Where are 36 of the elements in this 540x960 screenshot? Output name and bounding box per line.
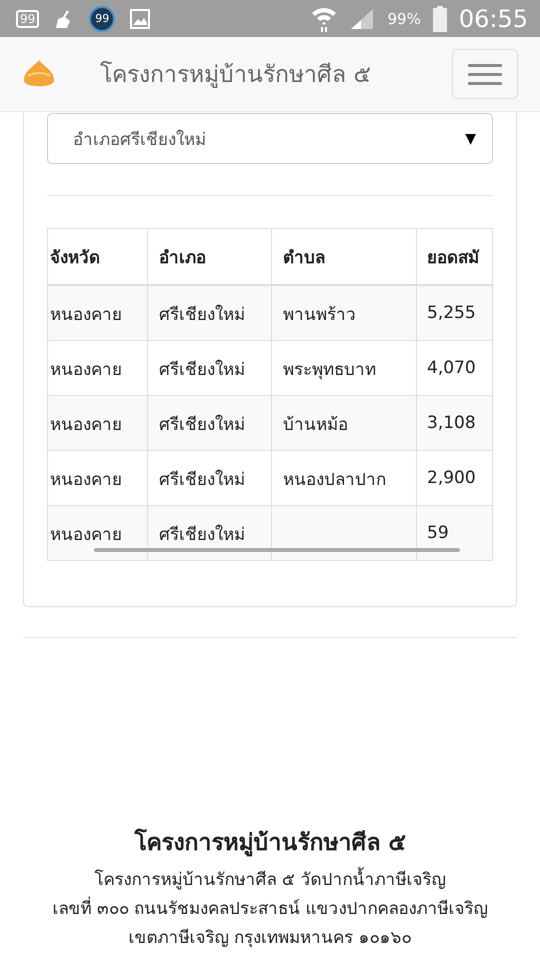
address-line: เขตภาษีเจริญ กรุงเทพมหานคร ๑๐๑๖๐ xyxy=(128,927,412,950)
table-cell: ศรีเชียงใหม่ xyxy=(148,340,272,395)
district-select[interactable]: อำเภอศรีเชียงใหม่ ▼ xyxy=(47,113,493,164)
table-cell: ศรีเชียงใหม่ xyxy=(148,395,272,450)
table-cell: หนองคาย xyxy=(48,395,148,450)
scrollbar[interactable] xyxy=(94,548,460,552)
column-header: จังหวัด xyxy=(48,229,148,285)
column-header: ตำบล xyxy=(272,229,417,285)
table-cell: พระพุทธบาท xyxy=(272,340,417,395)
image-icon xyxy=(129,8,152,30)
clock: 06:55 xyxy=(458,4,528,32)
battery-percent: 99% xyxy=(387,10,421,28)
column-header: อำเภอ xyxy=(148,229,272,285)
table-cell: 4,070 xyxy=(417,340,492,395)
column-header: ยอดสมั xyxy=(417,229,492,285)
address-line: เลขที่ ๓๐๐ ถนนรัชมงคลประสาธน์ แขวงปากคลองภาษีเจริญ xyxy=(0,895,540,924)
table-cell: หนองคาย xyxy=(48,450,148,505)
menu-button[interactable] xyxy=(452,49,518,99)
table-cell: 2,900 xyxy=(417,450,492,505)
table-cell: หนองคาย xyxy=(48,285,148,340)
table-cell: 5,255 xyxy=(417,285,492,340)
signal-icon xyxy=(349,6,376,30)
notification-badge: 99 xyxy=(89,6,116,32)
address-line: โครงการหมู่บ้านรักษาศีล ๕ วัดปากน้ำภาษีเจริญ xyxy=(0,866,540,895)
footer-title: โครงการหมู่บ้านรักษาศีล ๕ xyxy=(133,828,406,858)
table-cell: หนองปลาปาก xyxy=(272,450,417,505)
table-cell: ศรีเชียงใหม่ xyxy=(148,285,272,340)
table-cell: หนองคาย xyxy=(48,340,148,395)
site-title: โครงการหมู่บ้านรักษาศีล ๕ xyxy=(100,60,372,90)
table-cell: บ้านหม้อ xyxy=(272,395,417,450)
table-cell: พานพร้าว xyxy=(272,285,417,340)
table-cell: 3,108 xyxy=(417,395,492,450)
logo-icon xyxy=(22,59,56,89)
battery-icon xyxy=(432,6,447,32)
notification-icon: 99 xyxy=(16,10,40,28)
table-cell: ศรีเชียงใหม่ xyxy=(148,450,272,505)
